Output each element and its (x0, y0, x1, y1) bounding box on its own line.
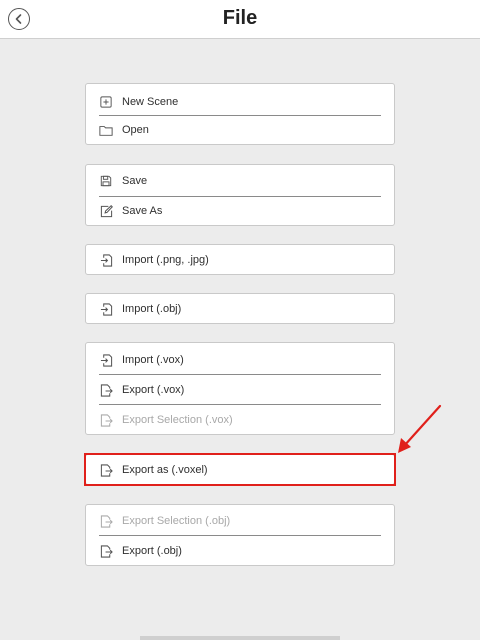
edit-square-icon (99, 204, 113, 218)
menu-group-obj-export: Export Selection (.obj) Export (.obj) (85, 504, 395, 566)
export-file-icon (99, 544, 113, 558)
floppy-disk-icon (99, 174, 113, 188)
import-png-jpg-item[interactable]: Import (.png, .jpg) (86, 245, 394, 275)
menu-group-import-image: Import (.png, .jpg) (85, 244, 395, 275)
save-item[interactable]: Save (86, 166, 394, 196)
open-label: Open (122, 124, 149, 136)
home-indicator (140, 636, 340, 640)
save-label: Save (122, 175, 148, 187)
export-vox-item[interactable]: Export (.vox) (86, 375, 394, 405)
export-selection-vox-label: Export Selection (.vox) (122, 414, 233, 426)
open-item[interactable]: Open (86, 115, 394, 145)
menu-group-save: Save Save As (85, 164, 395, 226)
save-as-label: Save As (122, 205, 163, 217)
import-obj-label: Import (.obj) (122, 303, 182, 315)
import-obj-item[interactable]: Import (.obj) (86, 294, 394, 324)
export-file-icon (99, 383, 113, 397)
menu-group-import-obj: Import (.obj) (85, 293, 395, 324)
menu-group-scene: New Scene Open (85, 83, 395, 145)
import-file-icon (99, 253, 113, 267)
folder-icon (99, 123, 113, 137)
export-selection-vox-item: Export Selection (.vox) (86, 405, 394, 435)
page-title: File (222, 7, 258, 29)
menu-group-vox: Import (.vox) Export (.vox) Export Selec… (85, 342, 395, 435)
new-scene-label: New Scene (122, 96, 179, 108)
export-vox-label: Export (.vox) (122, 384, 185, 396)
import-file-icon (99, 302, 113, 316)
import-vox-item[interactable]: Import (.vox) (86, 345, 394, 375)
import-vox-label: Import (.vox) (122, 354, 184, 366)
header-bar: File (0, 0, 480, 39)
new-scene-item[interactable]: New Scene (86, 87, 394, 117)
highlight-box (84, 453, 396, 486)
export-file-icon (99, 514, 113, 528)
export-selection-obj-label: Export Selection (.obj) (122, 515, 231, 527)
save-as-item[interactable]: Save As (86, 196, 394, 226)
export-file-icon (99, 413, 113, 427)
import-png-jpg-label: Import (.png, .jpg) (122, 254, 209, 266)
export-obj-label: Export (.obj) (122, 545, 182, 557)
export-selection-obj-item: Export Selection (.obj) (86, 506, 394, 536)
plus-square-icon (99, 95, 113, 109)
annotation-arrow-icon (398, 404, 442, 453)
export-obj-item[interactable]: Export (.obj) (86, 536, 394, 566)
import-file-icon (99, 353, 113, 367)
